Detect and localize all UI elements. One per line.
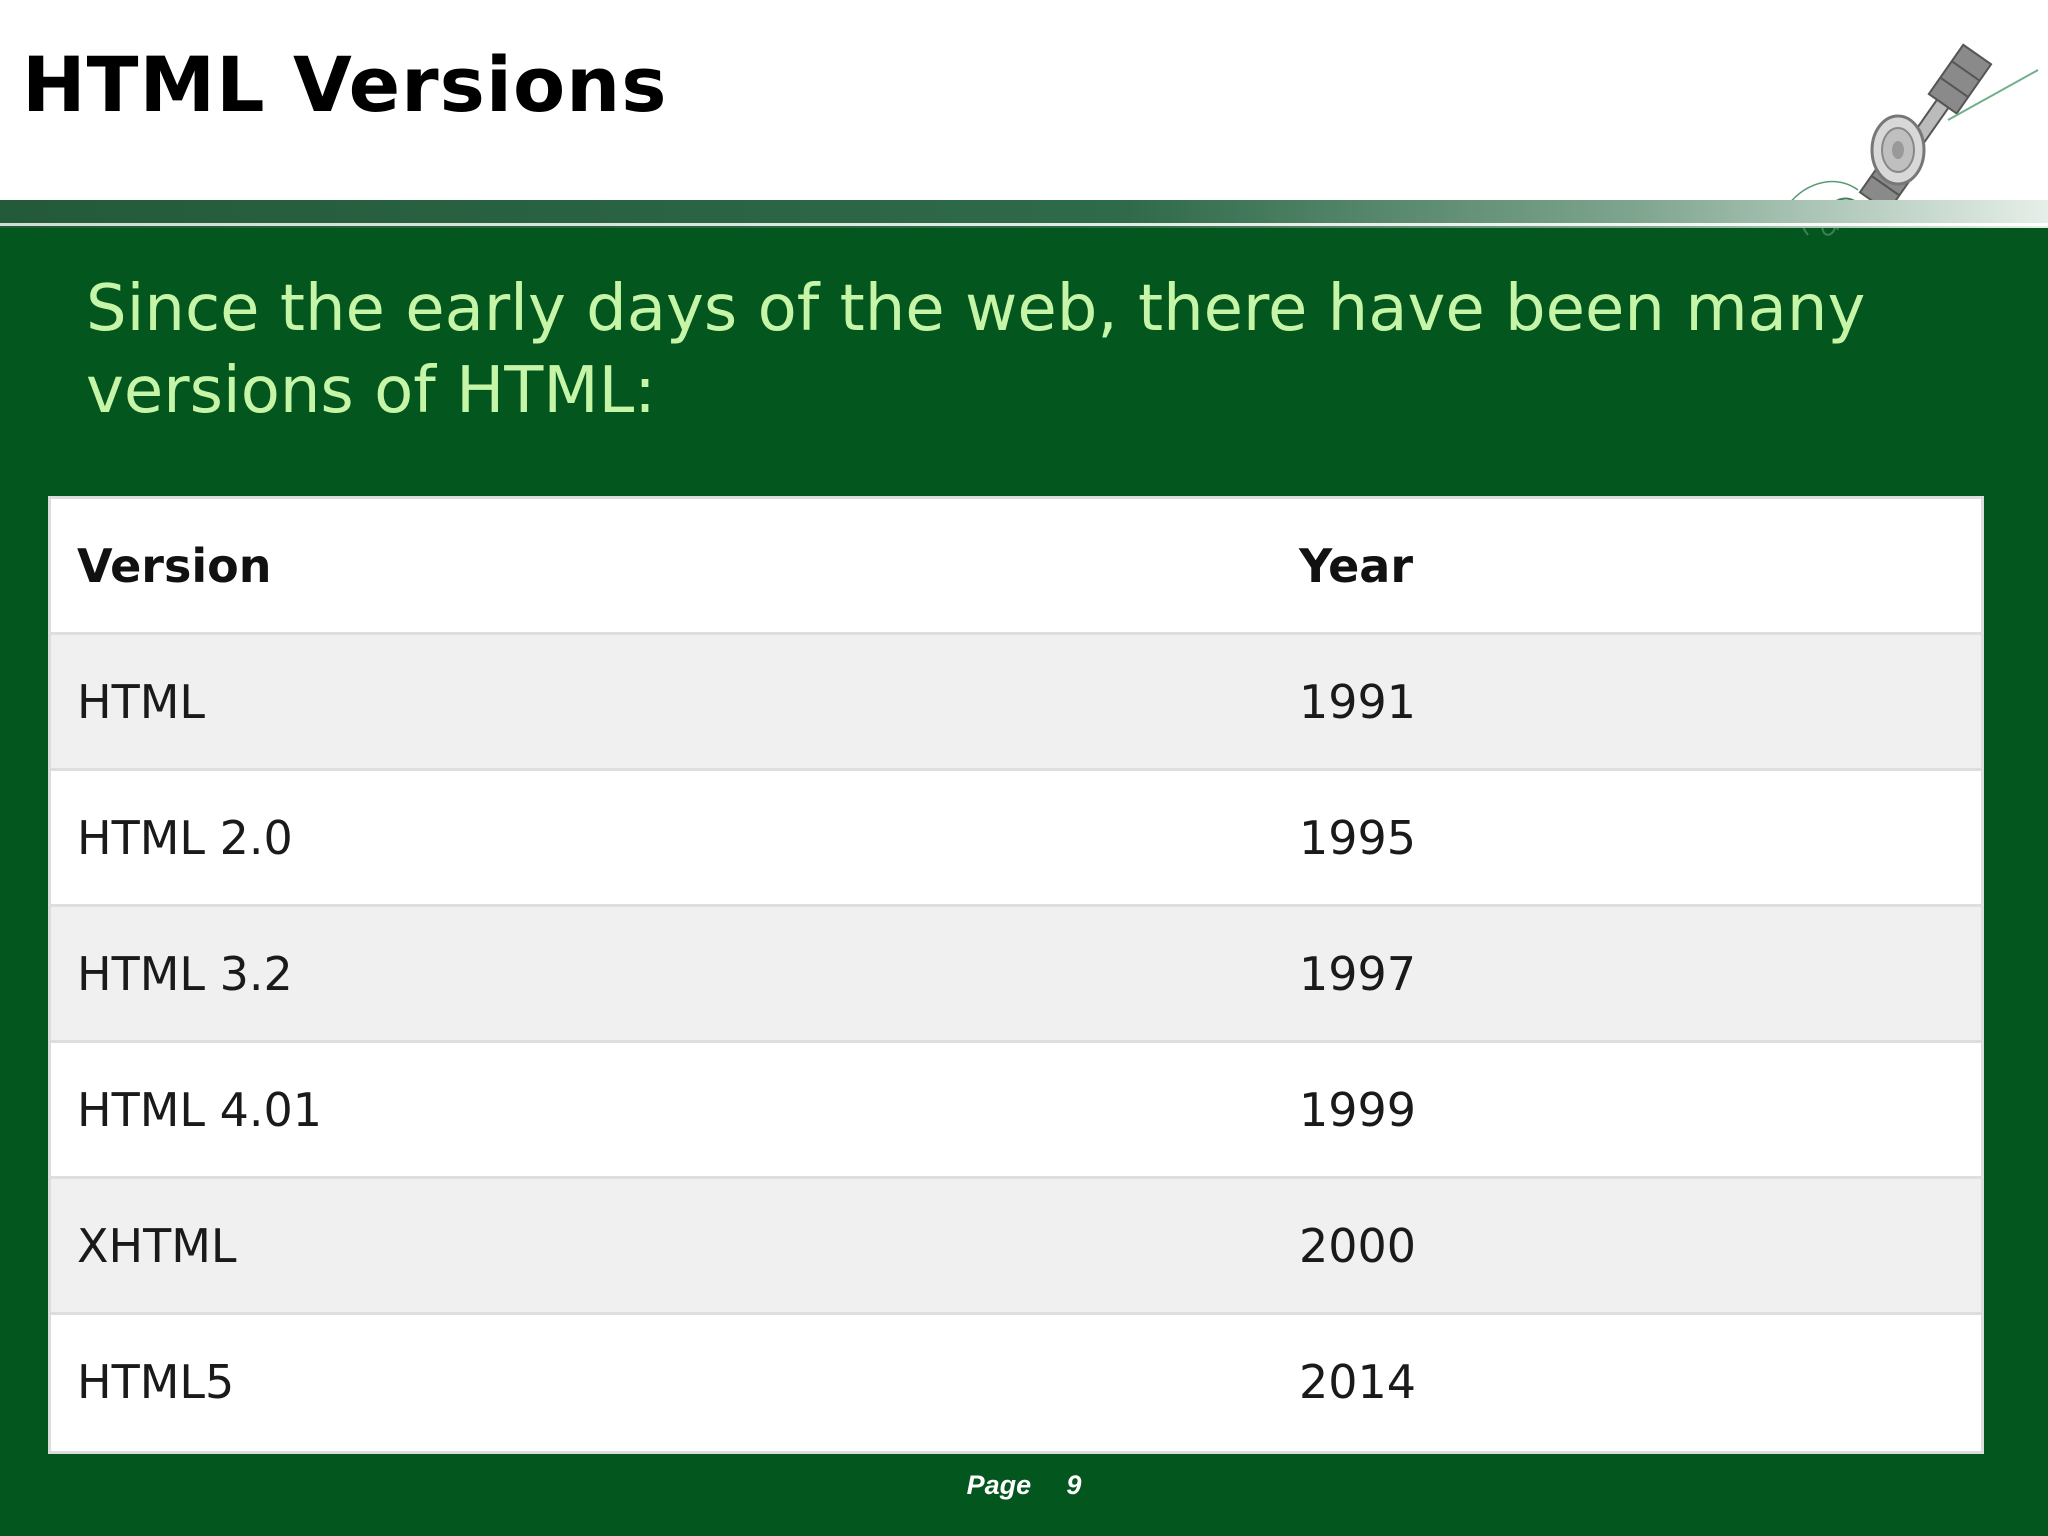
version-cell: HTML 3.2 [51, 905, 1273, 1043]
year-cell: 1995 [1273, 769, 1981, 907]
version-cell: HTML [51, 633, 1273, 771]
version-cell: HTML5 [51, 1313, 1273, 1448]
year-cell: 1991 [1273, 633, 1981, 771]
year-cell: 1999 [1273, 1041, 1981, 1179]
slide-subtitle: Since the early days of the web, there h… [86, 272, 1866, 428]
slide-title: HTML Versions [22, 40, 668, 129]
table-row: HTML 3.2 1997 [51, 905, 1981, 1043]
header-divider-line [0, 223, 2048, 226]
year-cell: 2000 [1273, 1177, 1981, 1315]
year-cell: 2014 [1273, 1313, 1981, 1448]
version-cell: XHTML [51, 1177, 1273, 1315]
table-row: HTML5 2014 [51, 1313, 1981, 1448]
header-year: Year [1273, 499, 1981, 635]
year-cell: 1997 [1273, 905, 1981, 1043]
table-row: XHTML 2000 [51, 1177, 1981, 1315]
version-cell: HTML 4.01 [51, 1041, 1273, 1179]
satellite-icon [1787, 43, 2039, 236]
header-version: Version [51, 499, 1273, 635]
versions-table: Version Year HTML 1991 HTML 2.0 1995 HTM… [48, 496, 1984, 1454]
table-header-row: Version Year [51, 499, 1981, 635]
table-row: HTML 1991 [51, 633, 1981, 771]
version-cell: HTML 2.0 [51, 769, 1273, 907]
slide-header: HTML Versions [0, 0, 2048, 236]
table-row: HTML 2.0 1995 [51, 769, 1981, 907]
page-number: Page  9 [967, 1470, 1082, 1500]
table-row: HTML 4.01 1999 [51, 1041, 1981, 1179]
